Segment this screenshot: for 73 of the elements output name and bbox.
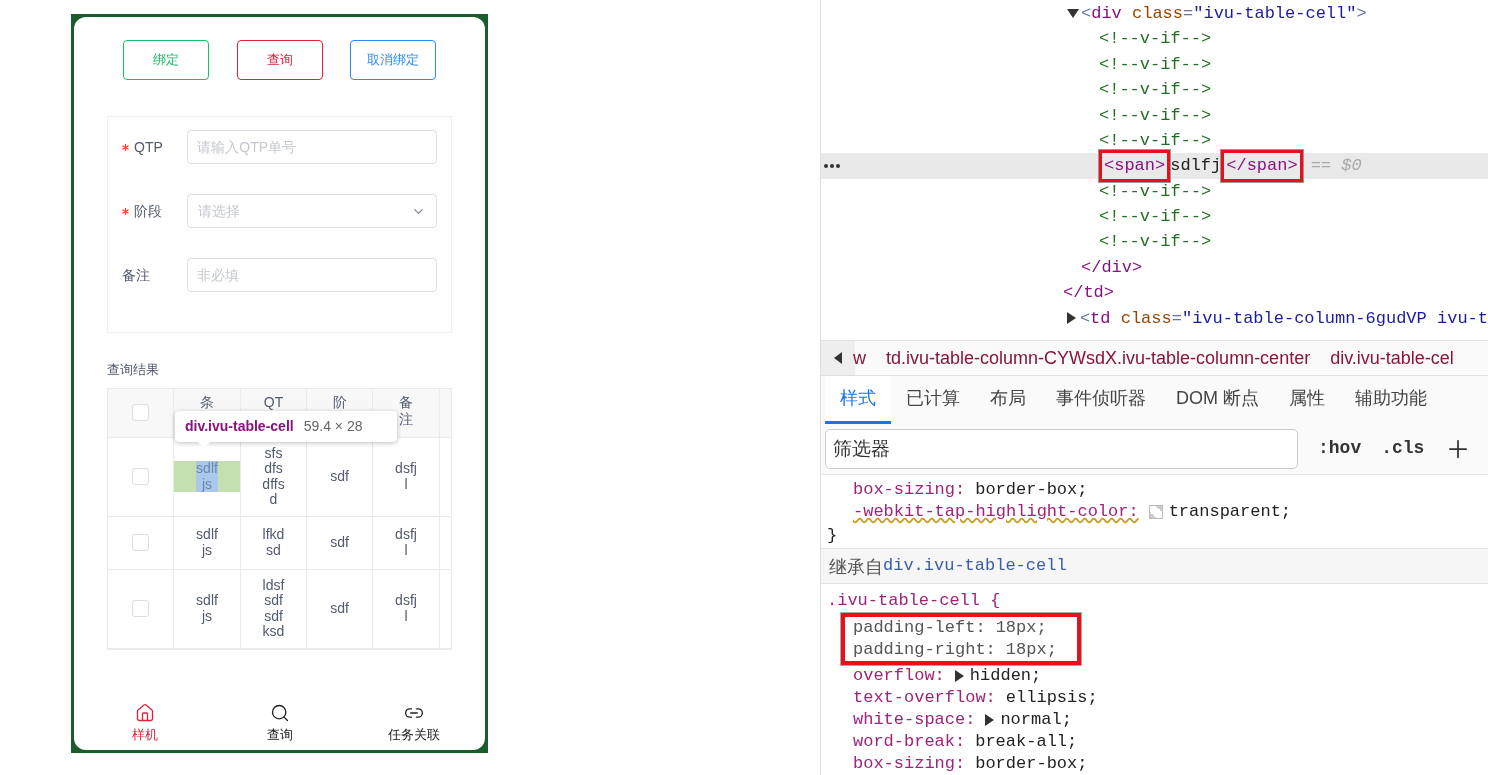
panel-tab[interactable]: 布局 [975,376,1041,424]
panel-tab[interactable]: 事件侦听器 [1041,376,1161,424]
panel-tab[interactable]: 辅助功能 [1340,376,1442,424]
expanded-icon[interactable] [1066,9,1079,19]
dom-line[interactable]: <!--v-if--> [1099,229,1212,255]
dom-line[interactable]: </td> [1063,280,1114,306]
table-cell: sfs dfs dffs d [262,445,285,508]
breadcrumb-item[interactable]: div.ivu-table-cel [1330,344,1454,372]
table-cell: dsfj l [395,527,417,558]
table-cell: sdf [330,534,349,551]
panel-tab[interactable]: 已计算 [891,376,975,424]
table-cell: sdlf js [196,527,218,558]
panel-tab[interactable]: 样式 [825,376,891,424]
css-value[interactable]: transparent; [1168,499,1292,525]
tooltip-selector: div.ivu-table-cell [185,416,294,436]
dom-line[interactable]: <td class="ivu-table-column-6gudVP ivu-t [1079,305,1488,332]
dom-line[interactable]: <!--v-if--> [1099,26,1212,52]
triangle-left-icon [834,352,842,365]
table-cell: sdlf js [196,593,218,624]
table-cell: dsfj l [395,461,417,492]
checkbox[interactable] [132,468,149,485]
search-icon [269,702,290,723]
table-cell: sdf [330,600,349,617]
dom-line[interactable]: <!--v-if--> [1099,102,1212,128]
dom-line[interactable]: <div class="ivu-table-cell"> [1081,0,1367,27]
column-header: 条 [200,393,214,411]
more-icon[interactable] [824,164,840,169]
panel-tab[interactable]: 属性 [1274,376,1340,424]
field-label: 阶段 [134,201,162,221]
dom-line[interactable]: <!--v-if--> [1099,51,1212,78]
home-icon [135,702,155,723]
breadcrumb-item[interactable]: w [853,344,866,372]
table-cell: lfkd sd [262,527,285,558]
table-cell: sdf [330,468,349,485]
checkbox[interactable] [132,534,149,551]
highlight-box: </span> [1221,150,1303,182]
table-cell: sdlf js [196,461,218,492]
breadcrumb-item[interactable]: td.ivu-table-column-CYWsdX.ivu-table-column-center [886,344,1311,372]
nav-tab[interactable]: 查询 [246,702,313,744]
filter-field[interactable]: 筛选器 [825,428,1298,469]
panel-tab[interactable]: DOM 断点 [1161,376,1274,424]
checkbox[interactable] [132,600,149,617]
nav-tab[interactable]: 样机 [112,702,178,744]
highlight-box: <span> [1099,150,1171,182]
field-label: QTP [134,137,163,157]
code-token: == $0 [1310,155,1362,178]
expand-icon[interactable] [985,714,995,726]
field-label: 备注 [122,265,150,285]
table-cell: ldsf sdf sdf ksd [262,577,285,640]
css-selector[interactable]: .ivu-table-cell { [827,588,1001,614]
color-swatch-icon[interactable] [1148,505,1163,519]
inherited-selector[interactable]: div.ivu-table-cell [883,553,1067,579]
closing-brace: } [827,526,838,545]
filter-toggle[interactable]: .cls [1381,435,1425,463]
checkbox[interactable] [132,403,149,421]
expand-icon[interactable] [954,670,964,682]
nav-tab[interactable]: 任务关联 [381,702,447,744]
filter-toggle[interactable]: :hov [1318,435,1362,463]
code-token: sdlfj [1170,155,1222,178]
dom-line[interactable]: </div> [1081,254,1143,281]
column-header: 阶 [332,393,347,411]
table-cell: dsfj l [395,593,417,624]
column-header: 备注 [398,393,414,428]
dom-line[interactable]: <!--v-if--> [1099,204,1212,230]
action-button[interactable]: 取消绑定 [350,40,436,80]
dom-line[interactable]: <!--v-if--> [1099,77,1212,103]
tooltip-size: 59.4 × 28 [303,416,363,436]
inherited-label: 继承自 [829,554,883,579]
action-button[interactable]: 查询 [236,40,323,80]
section-title: 查询结果 [107,361,160,379]
collapsed-icon[interactable] [1067,312,1077,325]
column-header: QT [263,393,284,411]
scroll-left-button[interactable] [821,340,855,376]
